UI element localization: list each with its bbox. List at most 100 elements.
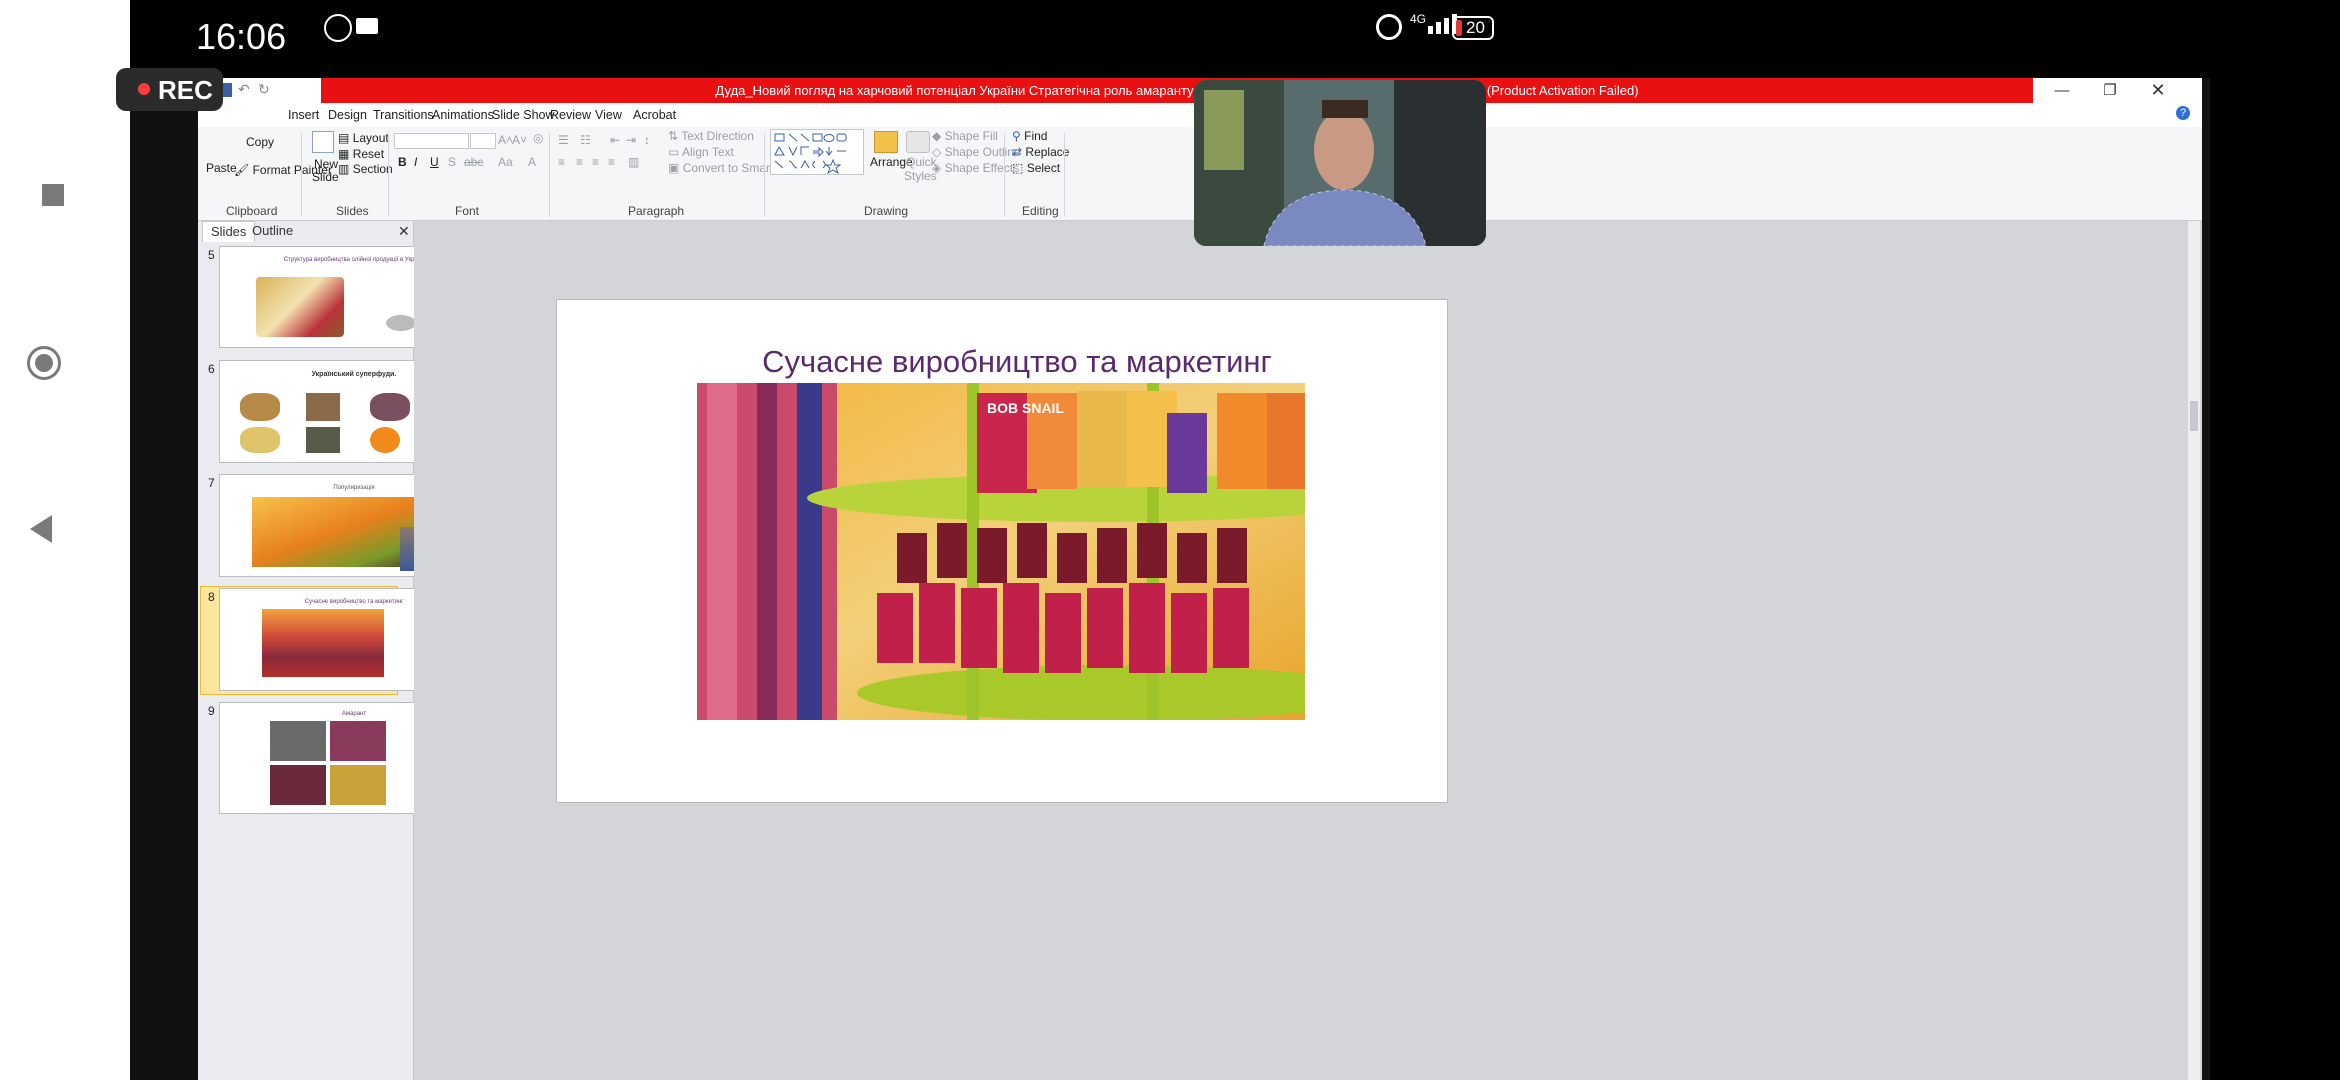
canvas-scrollbar[interactable] (2188, 221, 2200, 1080)
home-icon[interactable] (27, 346, 61, 380)
viber-icon (324, 14, 352, 42)
tab-design[interactable]: Design (328, 108, 367, 122)
shape-effects-button[interactable]: ◈ Shape Effects (932, 161, 1019, 175)
help-icon[interactable]: ? (2176, 106, 2190, 120)
align-center-icon[interactable]: ≡ (576, 155, 583, 169)
numbering-icon[interactable]: ☷ (580, 133, 591, 147)
separator (301, 133, 302, 217)
new-slide-label[interactable]: New (314, 157, 338, 171)
text-direction-icon: ⇅ (668, 129, 679, 143)
decrease-indent-icon[interactable]: ⇤ (610, 133, 620, 147)
thumbnail-image (370, 427, 400, 453)
current-slide[interactable]: Сучасне виробництво та маркетинг BOB SNA… (556, 299, 1448, 803)
layout-button[interactable]: ▤ Layout (338, 131, 389, 145)
layout-icon: ▤ (338, 131, 350, 145)
quick-styles-icon[interactable] (906, 131, 930, 153)
brand-text: BOB SNAIL (987, 400, 1064, 416)
clear-format-icon[interactable]: ◎ (533, 131, 543, 145)
new-slide-label-2[interactable]: Slide (312, 170, 339, 184)
font-size-select[interactable] (470, 133, 496, 149)
thumbnail-image (270, 721, 326, 761)
replace-label: Replace (1025, 145, 1070, 159)
thumbnail-image (256, 277, 344, 337)
align-text-button[interactable]: ▭ Align Text (668, 145, 734, 159)
recent-apps-icon[interactable] (42, 184, 64, 206)
tab-view[interactable]: View (595, 108, 622, 122)
slide-title: Сучасне виробництво та маркетинг (762, 344, 1272, 379)
replace-button[interactable]: ⇄ Replace (1012, 145, 1069, 159)
separator (1064, 133, 1065, 217)
shadow-icon[interactable]: S (448, 155, 456, 169)
align-text-icon: ▭ (668, 145, 680, 159)
find-icon: ⚲ (1012, 129, 1021, 143)
separator (1004, 133, 1005, 217)
reset-button[interactable]: ▦ Reset (338, 147, 384, 161)
tab-review[interactable]: Review (550, 108, 591, 122)
thumbnail-image (252, 497, 422, 567)
rec-badge[interactable]: REC (116, 68, 223, 111)
section-button[interactable]: ▥ Section (338, 162, 393, 176)
panel-tabs: Slides Outline ✕ (198, 221, 413, 242)
close-button[interactable]: ✕ (2134, 78, 2182, 103)
tab-animations[interactable]: Animations (432, 108, 494, 122)
window-title: Дуда_Новий погляд на харчовий потенціал … (321, 78, 2033, 103)
battery-icon: 20 (1452, 16, 1494, 40)
grow-font-icon[interactable]: A˄ (498, 133, 513, 147)
copy-button[interactable]: Copy (246, 135, 274, 149)
tab-transitions[interactable]: Transitions (373, 108, 434, 122)
shape-fill-button[interactable]: ◆ Shape Fill (932, 129, 998, 143)
thumbnail-image (240, 393, 280, 421)
slides-panel: Slides Outline ✕ 5 Структура виробництва… (198, 221, 513, 1080)
font-family-select[interactable] (394, 133, 469, 149)
columns-icon[interactable]: ▥ (628, 155, 639, 169)
shape-fill-icon: ◆ (932, 129, 942, 143)
thumbnail-image (330, 765, 386, 805)
restore-button[interactable]: ❐ (2086, 78, 2134, 103)
layout-label: Layout (352, 131, 389, 145)
undo-icon[interactable]: ↶ (238, 81, 250, 98)
replace-icon: ⇄ (1012, 145, 1023, 159)
tab-slide-show[interactable]: Slide Show (492, 108, 555, 122)
thumbnail-image (370, 393, 410, 421)
format-painter-icon: 🖌 (234, 163, 250, 177)
scrollbar-thumb[interactable] (2190, 401, 2198, 431)
align-left-icon[interactable]: ≡ (558, 155, 565, 169)
strikethrough-icon[interactable]: abc (464, 155, 483, 169)
new-slide-icon[interactable] (312, 131, 334, 153)
presenter-video[interactable] (1194, 80, 1486, 246)
arrange-icon[interactable] (874, 131, 898, 153)
bold-icon[interactable]: B (398, 155, 407, 169)
line-spacing-icon[interactable]: ↕ (644, 133, 650, 147)
align-text-label: Align Text (682, 145, 734, 159)
align-right-icon[interactable]: ≡ (592, 155, 599, 169)
tab-acrobat[interactable]: Acrobat (633, 108, 676, 122)
find-button[interactable]: ⚲ Find (1012, 129, 1047, 143)
shapes-gallery[interactable] (770, 129, 864, 175)
text-direction-button[interactable]: ⇅ Text Direction (668, 129, 754, 143)
font-color-icon[interactable]: Aa (498, 155, 513, 169)
slide-number: 5 (208, 248, 215, 262)
text-color-icon[interactable]: A (528, 155, 536, 169)
tab-insert[interactable]: Insert (288, 108, 319, 122)
redo-icon[interactable]: ↻ (258, 81, 270, 98)
back-icon[interactable] (30, 515, 52, 543)
slide-number: 9 (208, 704, 215, 718)
minimize-button[interactable]: — (2038, 78, 2086, 103)
slides-group-label: Slides (336, 204, 369, 218)
bullets-icon[interactable]: ☰ (558, 133, 569, 147)
drawing-group-label: Drawing (864, 204, 909, 218)
italic-icon[interactable]: I (414, 155, 417, 169)
separator (388, 133, 389, 217)
select-button[interactable]: ⬚ Select (1012, 161, 1060, 175)
video-camera-icon (356, 18, 378, 34)
underline-icon[interactable]: U (430, 155, 439, 169)
justify-icon[interactable]: ≡ (608, 155, 615, 169)
paste-button[interactable]: Paste (206, 161, 237, 175)
shrink-font-icon[interactable]: A˅ (512, 133, 527, 147)
slide-number: 8 (208, 590, 215, 604)
tab-outline[interactable]: Outline (244, 221, 301, 241)
increase-indent-icon[interactable]: ⇥ (626, 133, 636, 147)
editing-group-label: Editing (1022, 204, 1059, 218)
shape-outline-button[interactable]: ◇ Shape Outline (932, 145, 1021, 159)
network-type: 4G (1410, 12, 1427, 26)
